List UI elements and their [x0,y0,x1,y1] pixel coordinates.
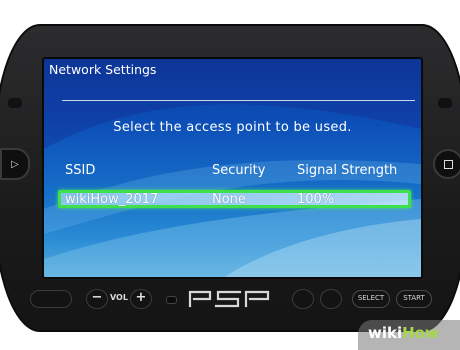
select-button[interactable]: SELECT [352,290,390,308]
instruction-text: Select the access point to be used. [113,120,352,135]
column-header-security: Security [212,163,266,178]
dpad-left-button[interactable]: ▷ [0,148,30,180]
sound-button[interactable] [320,289,342,309]
power-led [166,296,177,304]
right-shoulder-button[interactable] [438,98,452,108]
column-header-signal: Signal Strength [297,163,398,178]
volume-down-button[interactable]: − [86,289,108,309]
volume-up-button[interactable]: + [130,289,152,309]
wikihow-logo: wikiHow [368,324,439,342]
square-button[interactable] [433,149,460,179]
screen-title: Network Settings [49,62,157,77]
left-shoulder-button[interactable] [8,98,22,108]
column-header-ssid: SSID [65,163,96,178]
title-divider [62,100,415,101]
screen: Network Settings Select the access point… [42,57,423,279]
psp-logo [188,290,270,308]
square-icon [443,159,453,169]
home-button[interactable] [30,290,72,308]
ssid-value: wikiHow_2017 [65,192,159,207]
volume-label: VOL [110,293,128,302]
triangle-right-icon: ▷ [11,158,19,170]
security-value: None [212,192,246,207]
start-button[interactable]: START [396,290,432,308]
display-button[interactable] [292,289,314,309]
signal-value: 100% [297,192,335,207]
